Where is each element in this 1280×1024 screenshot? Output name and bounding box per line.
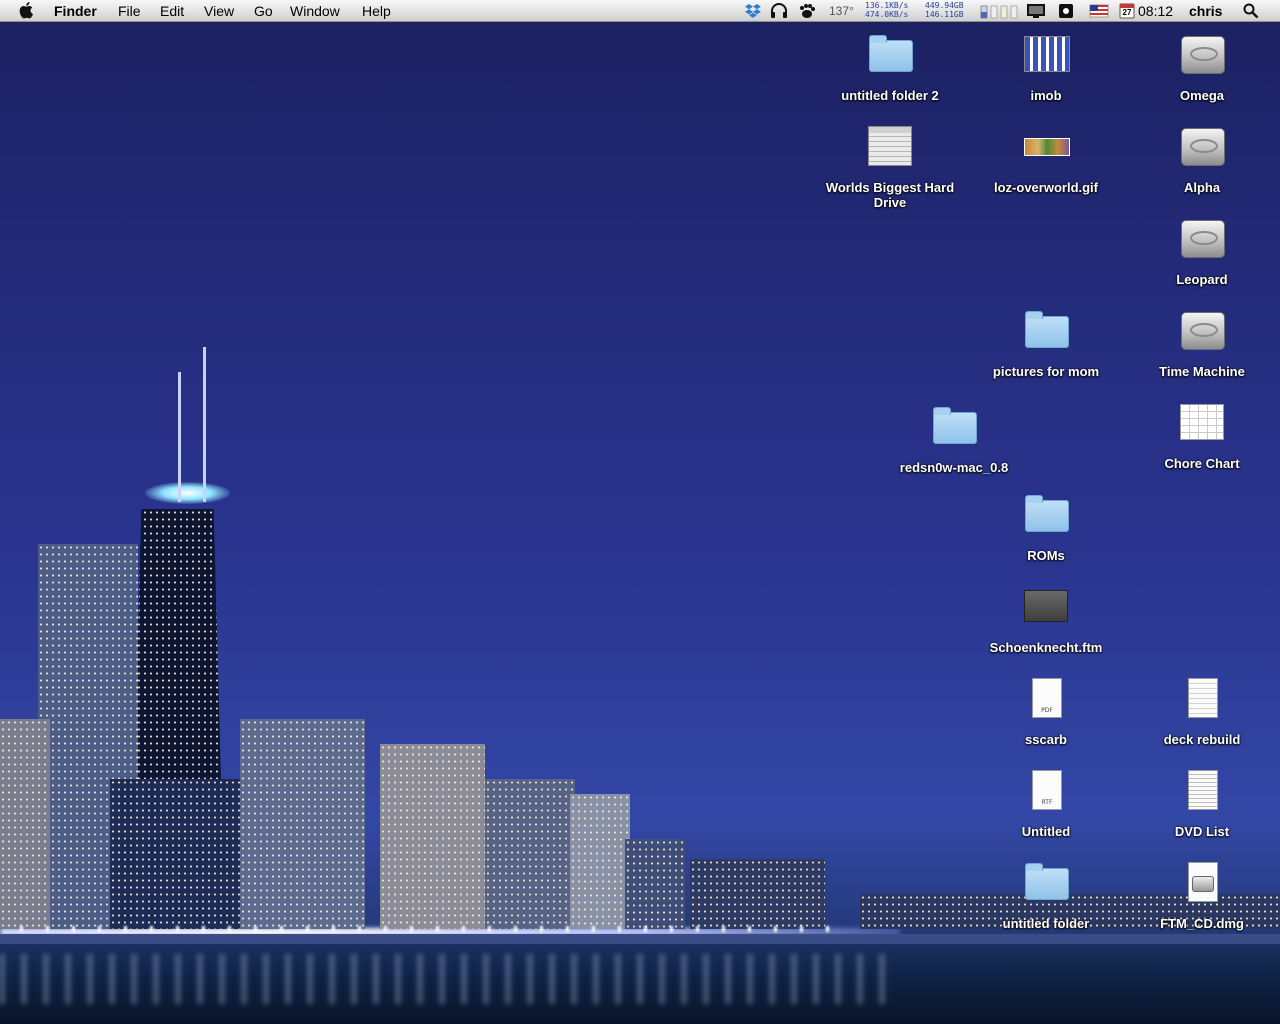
display-icon[interactable]	[1026, 3, 1046, 19]
app-status-icon[interactable]	[1058, 3, 1074, 19]
desktop-icon-schoenknecht-ftm[interactable]: Schoenknecht.ftm	[976, 582, 1116, 655]
icon-label: Chore Chart	[1164, 456, 1240, 471]
icon-label: pictures for mom	[992, 364, 1100, 379]
menu-view[interactable]: View	[204, 2, 234, 20]
desktop-icon-worlds-biggest-hard-drive[interactable]: Worlds Biggest Hard Drive	[820, 122, 960, 210]
icon-label: Time Machine	[1159, 364, 1245, 379]
text-document-icon	[1178, 674, 1226, 722]
hard-drive-icon	[1181, 128, 1225, 166]
spreadsheet-document-icon	[1178, 398, 1226, 446]
wallpaper-street-lights	[20, 926, 840, 932]
icon-label: loz-overworld.gif	[994, 180, 1098, 195]
document-icon	[1022, 582, 1070, 630]
disk-free-primary: 449.94GB	[925, 1, 964, 10]
screenshot-thumbnail-icon	[866, 122, 914, 170]
wallpaper-building-5	[380, 744, 485, 929]
icon-label: untitled folder 2	[841, 88, 939, 103]
wallpaper-building-4	[240, 719, 365, 929]
apple-menu-icon[interactable]	[19, 1, 35, 23]
disk-image-icon	[1178, 858, 1226, 906]
memory-meter-icon[interactable]	[980, 3, 1020, 19]
hard-drive-icon	[1181, 36, 1225, 74]
headphones-icon[interactable]	[770, 3, 788, 19]
folder-icon	[1025, 863, 1069, 900]
folder-icon	[869, 35, 913, 72]
icon-label: deck rebuild	[1163, 732, 1241, 747]
desktop-icon-untitled-folder-2[interactable]: untitled folder 2	[820, 30, 960, 103]
text-document-icon	[1178, 766, 1226, 814]
desktop-icon-roms[interactable]: ROMs	[976, 490, 1116, 563]
folder-icon	[1025, 311, 1069, 348]
icon-label: untitled folder	[1002, 916, 1090, 931]
icon-label: sscarb	[1025, 732, 1067, 747]
pdf-document-icon: PDF	[1022, 674, 1070, 722]
menu-go[interactable]: Go	[254, 2, 273, 20]
spotlight-search-icon[interactable]	[1243, 3, 1259, 19]
hard-drive-icon	[1181, 312, 1225, 350]
icon-label: Schoenknecht.ftm	[989, 640, 1103, 655]
desktop-icon-untitled[interactable]: RTF Untitled	[976, 766, 1116, 839]
network-up-rate: 136.1KB/s	[865, 1, 909, 10]
wallpaper-shore	[0, 934, 1280, 944]
icon-label: Leopard	[1176, 272, 1228, 287]
menu-help[interactable]: Help	[362, 2, 391, 20]
cpu-temperature[interactable]: 137°	[829, 2, 854, 20]
desktop-icon-deck-rebuild[interactable]: deck rebuild	[1132, 674, 1272, 747]
wallpaper-building-8	[625, 839, 685, 929]
icon-label: Omega	[1179, 88, 1225, 103]
wallpaper-water-reflection	[0, 954, 900, 1004]
desktop-icon-loz-overworld-gif[interactable]: loz-overworld.gif	[976, 122, 1116, 195]
wallpaper-building-2	[0, 719, 50, 929]
icon-label: Untitled	[1021, 824, 1071, 839]
icon-label: ROMs	[1027, 548, 1065, 563]
icon-label: imob	[1030, 88, 1062, 103]
wallpaper-building-6	[485, 779, 575, 929]
wallpaper-antenna-left	[178, 372, 181, 502]
hard-drive-icon	[1181, 220, 1225, 258]
network-down-rate: 474.0KB/s	[865, 10, 909, 19]
app-name-finder[interactable]: Finder	[54, 2, 97, 20]
image-thumbnail-icon	[1022, 122, 1070, 170]
menubar-clock[interactable]: 08:12	[1138, 2, 1173, 20]
menu-window[interactable]: Window	[290, 2, 340, 20]
icon-label: redsn0w-mac_0.8	[899, 460, 1009, 475]
desktop-icon-alpha[interactable]: Alpha	[1132, 122, 1272, 195]
menu-edit[interactable]: Edit	[160, 2, 184, 20]
desktop-icon-imob[interactable]: imob	[976, 30, 1116, 103]
desktop-icon-redsn0w[interactable]: redsn0w-mac_0.8	[884, 402, 1024, 475]
desktop-icon-time-machine[interactable]: Time Machine	[1132, 306, 1272, 379]
calendar-day: 27	[1122, 8, 1132, 17]
desktop-icon-dvd-list[interactable]: DVD List	[1132, 766, 1272, 839]
icon-label: DVD List	[1174, 824, 1230, 839]
disk-free-secondary: 146.11GB	[925, 10, 964, 19]
calendar-icon[interactable]: 27	[1119, 3, 1135, 19]
desktop-icon-ftm-cd-dmg[interactable]: FTM_CD.dmg	[1132, 858, 1272, 931]
wallpaper-tower-glow	[145, 482, 230, 504]
folder-icon	[1025, 495, 1069, 532]
menu-bar: Finder File Edit View Go Window Help 137…	[0, 0, 1280, 22]
desktop-icon-pictures-for-mom[interactable]: pictures for mom	[976, 306, 1116, 379]
folder-icon	[933, 407, 977, 444]
wallpaper-antenna-right	[203, 347, 206, 502]
desktop-icon-untitled-folder[interactable]: untitled folder	[976, 858, 1116, 931]
icon-label: Alpha	[1183, 180, 1221, 195]
wallpaper-building-9	[690, 859, 825, 929]
desktop-icon-leopard[interactable]: Leopard	[1132, 214, 1272, 287]
desktop-icon-chore-chart[interactable]: Chore Chart	[1132, 398, 1272, 471]
menubar-user-name[interactable]: chris	[1189, 2, 1222, 20]
menu-file[interactable]: File	[118, 2, 141, 20]
pdf-tag: PDF	[1041, 707, 1053, 714]
desktop-icon-omega[interactable]: Omega	[1132, 30, 1272, 103]
rtf-tag: RTF	[1041, 799, 1053, 806]
icon-label: Worlds Biggest Hard Drive	[825, 180, 955, 210]
wallpaper-building-7	[570, 794, 630, 929]
icon-label: FTM_CD.dmg	[1160, 916, 1244, 931]
us-flag-icon[interactable]	[1089, 3, 1109, 19]
app-icon	[1022, 30, 1070, 78]
desktop-icon-sscarb[interactable]: PDF sscarb	[976, 674, 1116, 747]
rtf-document-icon: RTF	[1022, 766, 1070, 814]
dropbox-icon[interactable]	[744, 3, 762, 19]
growl-paw-icon[interactable]	[798, 3, 816, 19]
